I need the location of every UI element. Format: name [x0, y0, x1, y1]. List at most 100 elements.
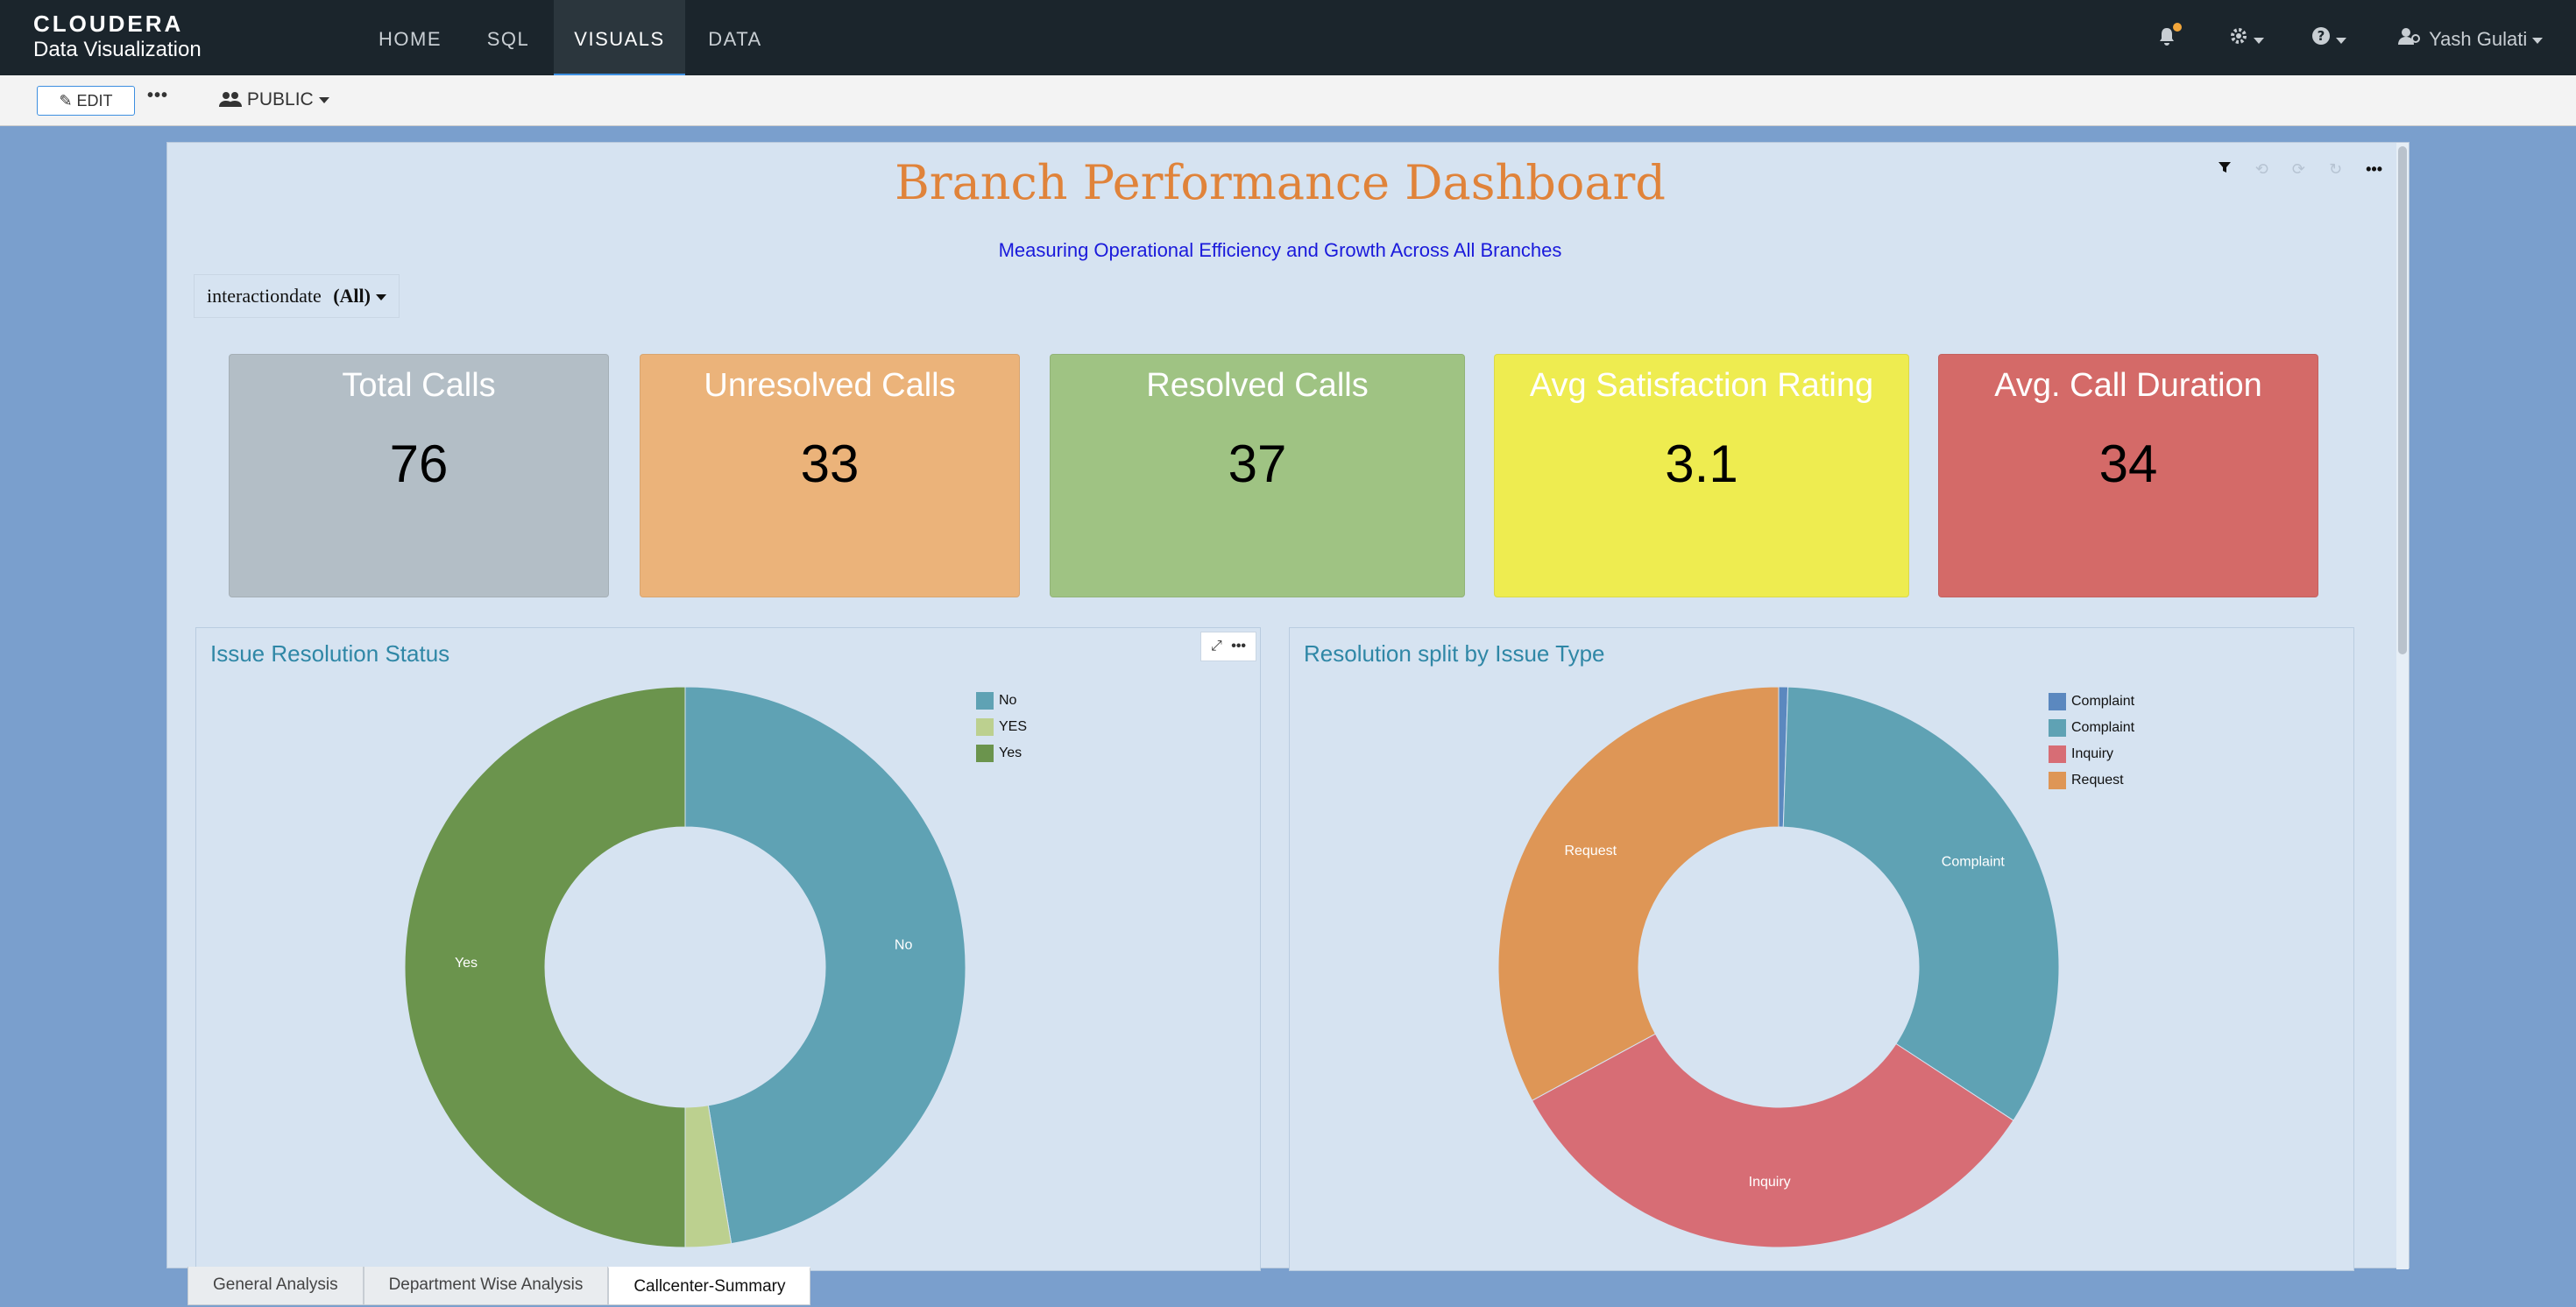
slice-label: Yes: [455, 956, 478, 971]
legend-item[interactable]: Inquiry: [2049, 741, 2134, 767]
dashboard-toolbar: ✎ EDIT ••• PUBLIC: [0, 75, 2576, 126]
vertical-scrollbar[interactable]: [2396, 143, 2409, 1269]
kpi-avg-satisfaction[interactable]: Avg Satisfaction Rating 3.1: [1494, 354, 1909, 597]
legend-swatch: [976, 692, 994, 710]
visibility-label: PUBLIC: [246, 89, 314, 110]
dashboard-title: Branch Performance Dashboard: [895, 155, 1666, 210]
edit-button[interactable]: ✎ EDIT: [37, 86, 135, 116]
slice-label: Inquiry: [1749, 1175, 1791, 1190]
slice-label: No: [895, 937, 913, 952]
kpi-value: 37: [1228, 434, 1287, 493]
donut-slice[interactable]: [1497, 686, 1780, 1101]
chevron-down-icon: [375, 294, 386, 301]
issue-resolution-panel[interactable]: Issue Resolution Status ⤢ ••• No Yes No YE…: [195, 627, 1261, 1271]
legend-label: YES: [999, 719, 1028, 734]
help-menu[interactable]: ?: [2311, 26, 2346, 51]
tab-general-analysis[interactable]: General Analysis: [188, 1267, 364, 1305]
donut-slice[interactable]: [404, 686, 686, 1248]
filter-field-label: interactiondate: [207, 285, 322, 307]
legend-item[interactable]: Complaint: [2049, 715, 2134, 741]
legend-item[interactable]: No: [976, 688, 1027, 714]
donut-slice[interactable]: [684, 686, 966, 1245]
chevron-down-icon: [318, 96, 329, 103]
pencil-icon: ✎: [59, 92, 73, 110]
legend-item[interactable]: Yes: [976, 740, 1027, 767]
tab-department-wise-analysis[interactable]: Department Wise Analysis: [363, 1267, 609, 1305]
dashboard-tools: ⟲ ⟳ ↻ •••: [2198, 160, 2382, 179]
legend-item[interactable]: YES: [976, 714, 1027, 740]
undo-icon[interactable]: ⟲: [2255, 160, 2268, 178]
brand-product: Data Visualization: [33, 38, 202, 61]
donut-slice[interactable]: [1782, 686, 2060, 1121]
legend-label: Request: [2071, 773, 2124, 788]
legend-item[interactable]: Complaint: [2049, 689, 2134, 715]
kpi-value: 34: [2098, 434, 2158, 493]
notifications-button[interactable]: [2157, 23, 2182, 53]
kpi-label: Resolved Calls: [1146, 367, 1369, 404]
kpi-label: Avg. Call Duration: [1994, 367, 2262, 404]
slice-label: Request: [1564, 844, 1617, 858]
kpi-resolved-calls[interactable]: Resolved Calls 37: [1050, 354, 1465, 597]
edit-label: EDIT: [76, 92, 113, 110]
user-icon: [2398, 28, 2420, 45]
chevron-down-icon: [2532, 37, 2544, 44]
legend-label: Complaint: [2071, 694, 2135, 709]
dashboard-more-button[interactable]: •••: [2366, 160, 2382, 178]
chevron-down-icon: [2336, 37, 2346, 44]
legend-label: Inquiry: [2071, 746, 2114, 761]
kpi-unresolved-calls[interactable]: Unresolved Calls 33: [640, 354, 1020, 597]
notification-dot: [2173, 23, 2182, 32]
chart-legend: Complaint Complaint Inquiry Request: [2049, 689, 2134, 794]
kpi-value: 76: [389, 434, 449, 493]
user-menu[interactable]: Yash Gulati: [2397, 26, 2544, 51]
svg-text:?: ?: [2318, 28, 2325, 44]
tab-callcenter-summary[interactable]: Callcenter-Summary: [608, 1267, 811, 1305]
redo-icon[interactable]: ⟳: [2292, 160, 2305, 178]
kpi-label: Unresolved Calls: [704, 367, 956, 404]
kpi-value: 3.1: [1665, 434, 1738, 493]
users-icon: [219, 92, 242, 107]
kpi-total-calls[interactable]: Total Calls 76: [229, 354, 609, 597]
nav-data[interactable]: DATA: [696, 0, 775, 77]
dashboard-subtitle: Measuring Operational Efficiency and Gro…: [998, 239, 1562, 261]
kpi-value: 33: [800, 434, 860, 493]
legend-swatch: [2049, 745, 2066, 763]
nav-visuals[interactable]: VISUALS: [554, 0, 685, 77]
settings-menu[interactable]: [2229, 26, 2264, 51]
refresh-icon[interactable]: ↻: [2329, 160, 2342, 178]
slice-label: Complaint: [1942, 855, 2006, 870]
legend-swatch: [2049, 719, 2066, 737]
date-filter-dropdown[interactable]: interactiondate (All): [194, 274, 400, 318]
legend-swatch: [976, 745, 994, 762]
dashboard-canvas: Branch Performance Dashboard Measuring O…: [166, 142, 2410, 1271]
legend-swatch: [2049, 772, 2066, 789]
issue-type-panel[interactable]: Resolution split by Issue Type Complaint…: [1289, 627, 2354, 1271]
issue-type-donut-chart: Complaint Inquiry Request: [1497, 686, 2060, 1248]
legend-swatch: [976, 718, 994, 736]
legend-label: No: [999, 693, 1017, 708]
brand-name: CLOUDERA: [33, 11, 184, 37]
more-options-button[interactable]: •••: [147, 86, 168, 106]
nav-home[interactable]: HOME: [366, 0, 454, 77]
visibility-dropdown[interactable]: PUBLIC: [219, 89, 329, 110]
legend-label: Complaint: [2071, 720, 2135, 735]
help-icon: ?: [2312, 27, 2330, 45]
chevron-down-icon: [2254, 37, 2264, 44]
sheet-tabs: General Analysis Department Wise Analysi…: [188, 1267, 811, 1305]
kpi-label: Total Calls: [342, 367, 496, 404]
scrollbar-thumb[interactable]: [2398, 146, 2407, 654]
legend-swatch: [2049, 693, 2066, 710]
nav-sql[interactable]: SQL: [473, 0, 543, 77]
resolution-donut-chart: No Yes: [404, 686, 966, 1248]
legend-label: Yes: [999, 745, 1023, 760]
filter-icon[interactable]: [2218, 160, 2236, 178]
kpi-avg-call-duration[interactable]: Avg. Call Duration 34: [1938, 354, 2318, 597]
top-navbar: CLOUDERA Data Visualization HOME SQL VIS…: [0, 0, 2576, 77]
kpi-label: Avg Satisfaction Rating: [1529, 367, 1874, 404]
legend-item[interactable]: Request: [2049, 767, 2134, 794]
user-name: Yash Gulati: [2429, 28, 2528, 50]
chart-legend: No YES Yes: [976, 688, 1027, 767]
app-logo[interactable]: CLOUDERA Data Visualization: [33, 11, 202, 63]
filter-value: (All): [333, 285, 371, 307]
gear-icon: [2231, 28, 2247, 44]
